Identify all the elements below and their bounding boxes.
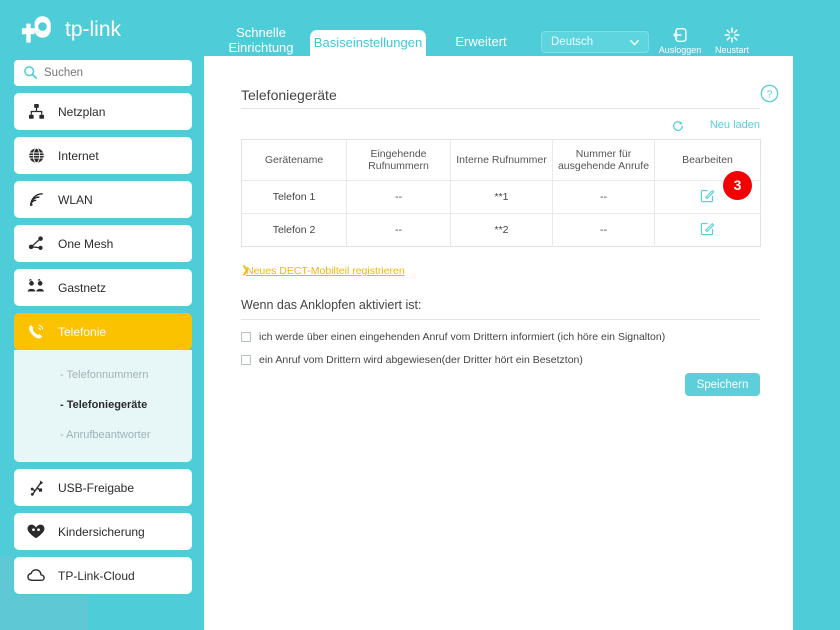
column-header-eingehende-rufnummern: Eingehende Rufnummern — [347, 140, 451, 181]
save-button[interactable]: Speichern — [685, 373, 760, 396]
sidebar-item-telefonie[interactable]: Telefonie — [14, 313, 192, 350]
sidebar-item-label: One Mesh — [58, 237, 113, 251]
sidebar-item-usb-freigabe[interactable]: USB-Freigabe — [14, 469, 192, 506]
sidebar-item-label: Internet — [58, 149, 99, 163]
call-waiting-section-title: Wenn das Anklopfen aktiviert ist: — [241, 298, 421, 312]
cell-internal: **1 — [451, 181, 553, 214]
refresh-icon — [672, 120, 684, 132]
cell-internal: **2 — [451, 214, 553, 247]
telephony-devices-table: Gerätename Eingehende Rufnummern Interne… — [241, 139, 761, 247]
cell-incoming: -- — [347, 214, 451, 247]
reboot-button[interactable]: Neustart — [704, 26, 760, 55]
svg-text:tp-link: tp-link — [65, 18, 122, 41]
chevron-down-icon — [629, 37, 640, 48]
sidebar-item-wlan[interactable]: WLAN — [14, 181, 192, 218]
search-box[interactable] — [14, 60, 192, 86]
column-header-nummer-fuer-ausgehende-anrufe: Nummer für ausgehende Anrufe — [553, 140, 655, 181]
register-dect-handset-link[interactable]: Neues DECT-Mobilteil registrieren — [246, 265, 405, 277]
sidebar-item-internet[interactable]: Internet — [14, 137, 192, 174]
sidebar-subitem-anrufbeantworter[interactable]: - Anrufbeantworter — [14, 420, 192, 450]
sidebar-item-label: Telefonie — [58, 325, 106, 339]
sidebar-item-tp-link-cloud[interactable]: TP-Link-Cloud — [14, 557, 192, 594]
tab-schnelle-einrichtung[interactable]: Schnelle Einrichtung — [218, 24, 304, 56]
tab-erweitert[interactable]: Erweitert — [440, 33, 522, 57]
app-header: tp-link Schnelle Einrichtung Basiseinste… — [0, 0, 840, 56]
tp-link-logo: tp-link — [18, 12, 158, 46]
question-mark-icon[interactable]: ? — [760, 84, 779, 103]
sidebar-subitem-telefoniegeraete[interactable]: - Telefoniegeräte — [14, 390, 192, 420]
cell-outgoing: -- — [553, 214, 655, 247]
mesh-icon — [14, 235, 58, 252]
tab-basiseinstellungen[interactable]: Basiseinstellungen — [310, 30, 426, 56]
table-row: Telefon 1 -- **1 -- — [242, 181, 761, 214]
step-badge-3: 3 — [723, 171, 752, 200]
reboot-label: Neustart — [715, 45, 749, 55]
cloud-icon — [14, 568, 58, 583]
tp-link-logo-icon: tp-link — [18, 14, 154, 44]
sidebar-item-label: Kindersicherung — [58, 525, 145, 539]
svg-text:?: ? — [767, 90, 773, 101]
checkbox-label: ich werde über einen eingehenden Anruf v… — [259, 331, 665, 343]
sidebar-item-kindersicherung[interactable]: Kindersicherung — [14, 513, 192, 550]
edit-icon[interactable] — [700, 221, 715, 236]
logout-button[interactable]: Ausloggen — [652, 26, 708, 55]
reboot-icon — [704, 26, 760, 44]
sidebar-subitem-telefonnummern[interactable]: - Telefonnummern — [14, 360, 192, 390]
logout-label: Ausloggen — [659, 45, 702, 55]
sidebar-item-label: Netzplan — [58, 105, 105, 119]
search-icon — [23, 65, 38, 80]
checkbox-reject-third-party[interactable] — [241, 355, 251, 365]
language-select-value: Deutsch — [551, 36, 593, 48]
cell-device-name: Telefon 2 — [242, 214, 347, 247]
call-waiting-option-2[interactable]: ein Anruf vom Drittern wird abgewiesen(d… — [241, 354, 583, 366]
language-select[interactable]: Deutsch — [541, 31, 649, 53]
guests-icon — [14, 279, 58, 296]
network-map-icon — [14, 103, 58, 120]
sidebar-item-netzplan[interactable]: Netzplan — [14, 93, 192, 130]
phone-icon — [14, 323, 58, 341]
cell-edit — [655, 214, 761, 247]
table-row: Telefon 2 -- **2 -- — [242, 214, 761, 247]
page-title: Telefoniegeräte — [241, 87, 337, 103]
call-waiting-option-1[interactable]: ich werde über einen eingehenden Anruf v… — [241, 331, 665, 343]
reload-label: Neu laden — [710, 119, 760, 131]
sidebar: Netzplan Internet — [14, 60, 192, 601]
checkbox-label: ein Anruf vom Drittern wird abgewiesen(d… — [259, 354, 583, 366]
wifi-icon — [14, 191, 58, 208]
sidebar-item-label: Gastnetz — [58, 281, 106, 295]
sidebar-item-label: USB-Freigabe — [58, 481, 134, 495]
telefonie-submenu: - Telefonnummern - Telefoniegeräte - Anr… — [14, 350, 192, 462]
edit-icon[interactable] — [700, 188, 715, 203]
table-header-row: Gerätename Eingehende Rufnummern Interne… — [242, 140, 761, 181]
column-header-geraetename: Gerätename — [242, 140, 347, 181]
column-header-interne-rufnummer: Interne Rufnummer — [451, 140, 553, 181]
cell-device-name: Telefon 1 — [242, 181, 347, 214]
reload-button[interactable]: Neu laden — [684, 119, 760, 135]
sidebar-item-label: WLAN — [58, 193, 93, 207]
title-divider — [241, 108, 760, 109]
parental-icon — [14, 523, 58, 540]
globe-icon — [14, 147, 58, 164]
logout-icon — [652, 26, 708, 44]
cell-incoming: -- — [347, 181, 451, 214]
sidebar-item-gastnetz[interactable]: Gastnetz — [14, 269, 192, 306]
checkbox-notify-third-party[interactable] — [241, 332, 251, 342]
usb-icon — [14, 479, 58, 496]
cell-outgoing: -- — [553, 181, 655, 214]
bottom-accent-strip — [0, 596, 88, 630]
section-divider — [241, 319, 760, 320]
search-input[interactable] — [44, 67, 174, 79]
main-content-panel: Telefoniegeräte ? Neu laden Gerätename E… — [204, 56, 793, 630]
sidebar-item-label: TP-Link-Cloud — [58, 569, 135, 583]
sidebar-item-one-mesh[interactable]: One Mesh — [14, 225, 192, 262]
